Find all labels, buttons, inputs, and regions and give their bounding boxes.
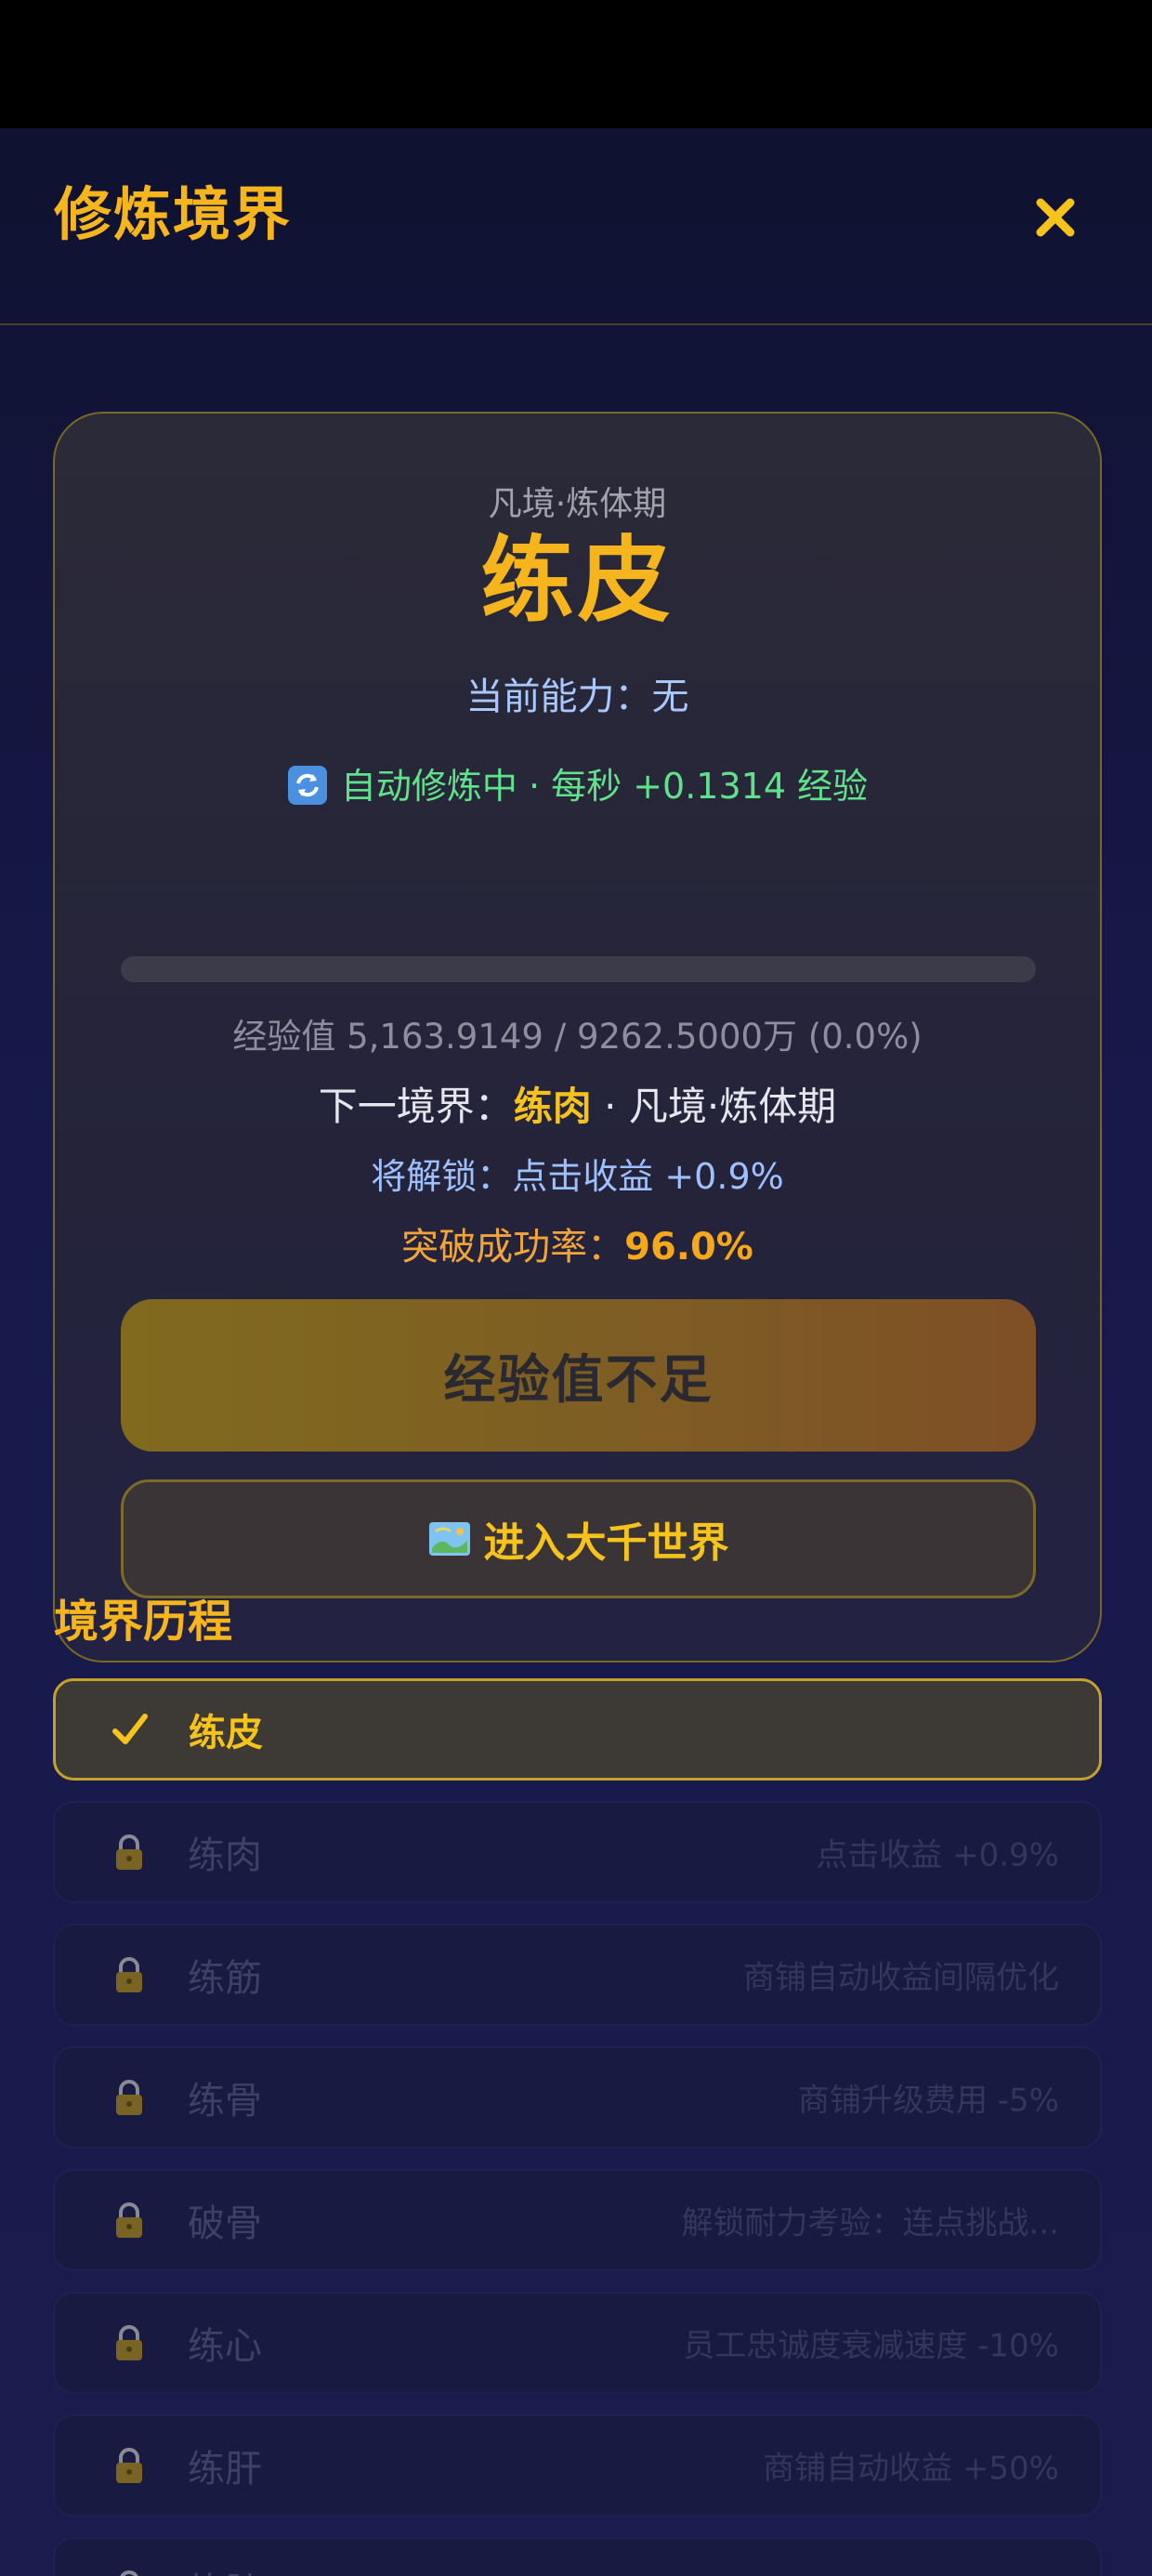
- auto-cultivation-status: 自动修炼中 · 每秒 +0.1314 经验: [55, 757, 1100, 808]
- realm-name: 练皮: [480, 526, 674, 635]
- lock-icon: [109, 2568, 150, 2576]
- page-title: 修炼境界: [54, 180, 293, 248]
- breakthrough-button[interactable]: 经验值不足: [121, 1299, 1036, 1452]
- next-realm-name: 练肉: [513, 1084, 592, 1129]
- lock-icon: [109, 2445, 150, 2486]
- realm-history-desc: 商铺升级费用 -5%: [797, 2082, 1059, 2120]
- realm-history-name: 破骨: [188, 2202, 262, 2245]
- realm-history-name: 练骨: [188, 2080, 262, 2123]
- lock-icon: [109, 2200, 150, 2241]
- realm-history-item[interactable]: 练皮: [53, 1678, 1102, 1781]
- realm-history-item[interactable]: 练心 员工忠诚度衰减速度 -10%: [53, 2292, 1102, 2394]
- realm-history-desc: 员工忠诚度衰减速度 -10%: [683, 2327, 1059, 2365]
- realm-modal: 修炼境界 凡境·炼体期 练皮 当前能力：无 自动修炼中 · 每秒 +0.1314…: [0, 128, 1152, 2576]
- check-icon: [110, 1709, 151, 1750]
- refresh-icon: [287, 765, 328, 806]
- realm-history-title: 境界历程: [54, 1596, 233, 1648]
- realm-history-name: 练肝: [188, 2448, 262, 2491]
- realm-history-item[interactable]: 破骨 解锁耐力考验：连点挑战...: [53, 2169, 1102, 2271]
- breakthrough-rate-label: 突破成功率：: [401, 1226, 625, 1268]
- realm-history-desc: 商铺自动收益间隔优化: [743, 1959, 1059, 1997]
- current-ability: 当前能力：无: [465, 676, 689, 718]
- map-icon: [428, 1520, 471, 1557]
- close-icon: [1036, 198, 1075, 237]
- realm-stage: 凡境·炼体期: [488, 485, 667, 523]
- lock-icon: [109, 2322, 150, 2363]
- realm-history-item[interactable]: 练肺: [53, 2537, 1102, 2576]
- lock-icon: [109, 1832, 150, 1873]
- current-realm-card: 凡境·炼体期 练皮 当前能力：无 自动修炼中 · 每秒 +0.1314 经验 经…: [53, 412, 1102, 1663]
- next-realm-line: 下一境界：练肉 · 凡境·炼体期: [55, 1075, 1100, 1132]
- realm-history-name: 练心: [188, 2325, 262, 2368]
- realm-history-name: 练肺: [188, 2561, 262, 2576]
- realm-history-desc: 解锁耐力考验：连点挑战...: [681, 2204, 1059, 2242]
- modal-header: 修炼境界: [0, 128, 1152, 325]
- experience-text: 经验值 5,163.9149 / 9262.5000万 (0.0%): [232, 1017, 923, 1057]
- enter-world-button[interactable]: 进入大千世界: [121, 1479, 1036, 1598]
- next-realm-suffix: · 凡境·炼体期: [591, 1084, 837, 1129]
- unlock-text: 将解锁：点击收益 +0.9%: [371, 1156, 784, 1197]
- status-bar: [0, 0, 1152, 128]
- close-button[interactable]: [1028, 190, 1083, 245]
- realm-history-name: 练皮: [189, 1712, 263, 1755]
- enter-world-label: 进入大千世界: [483, 1519, 729, 1567]
- realm-history-desc: 点击收益 +0.9%: [816, 1836, 1059, 1874]
- lock-icon: [109, 1954, 150, 1995]
- realm-history-item[interactable]: 练肉 点击收益 +0.9%: [53, 1801, 1102, 1903]
- realm-history-item[interactable]: 练骨 商铺升级费用 -5%: [53, 2046, 1102, 2149]
- realm-history-item[interactable]: 练筋 商铺自动收益间隔优化: [53, 1924, 1102, 2026]
- auto-cultivation-text: 自动修炼中 · 每秒 +0.1314 经验: [340, 766, 869, 807]
- breakthrough-rate-value: 96.0%: [624, 1226, 753, 1268]
- next-realm-prefix: 下一境界：: [318, 1084, 514, 1129]
- realm-history-item[interactable]: 练肝 商铺自动收益 +50%: [53, 2414, 1102, 2517]
- realm-history-name: 练筋: [188, 1957, 262, 2000]
- realm-history-name: 练肉: [188, 1834, 262, 1877]
- breakthrough-rate: 突破成功率：96.0%: [55, 1216, 1100, 1270]
- breakthrough-button-label: 经验值不足: [443, 1349, 713, 1411]
- lock-icon: [109, 2077, 150, 2118]
- experience-progress-bar: [121, 956, 1036, 982]
- realm-history-desc: 商铺自动收益 +50%: [763, 2450, 1059, 2488]
